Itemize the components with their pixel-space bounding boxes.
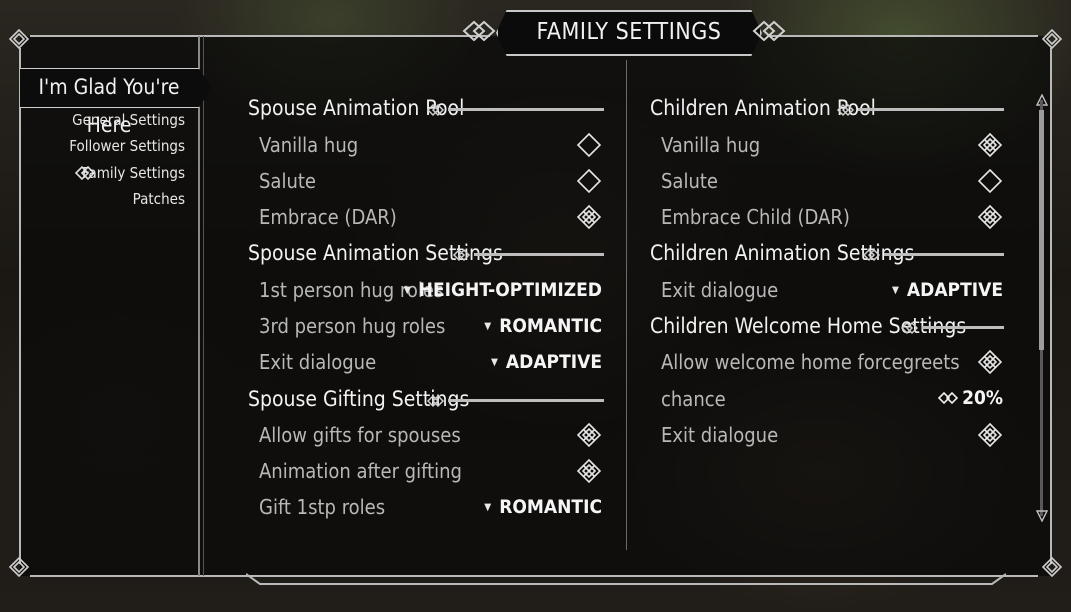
heading-rule (900, 320, 1004, 336)
slider-value-text: 20% (962, 387, 1003, 409)
option-label: Exit dialogue (259, 350, 377, 374)
heading-rule (452, 247, 604, 263)
menu-value-text: ROMANTIC (499, 496, 602, 518)
option-label: Embrace (DAR) (259, 205, 397, 229)
option-label: Salute (661, 169, 718, 193)
corner-ornament-icon (1041, 556, 1063, 578)
sidebar-item-follower-settings[interactable]: Follower Settings (69, 137, 185, 155)
option-label: Gift 1stp roles (259, 495, 386, 519)
frame-top-left (30, 35, 490, 37)
corner-ornament-icon (8, 28, 30, 50)
heading-rule (426, 102, 604, 118)
dropdown-arrow-icon: ▼ (490, 357, 498, 368)
title-knot-left-icon (462, 20, 496, 42)
menu-value[interactable]: ▼ ROMANTIC (484, 496, 602, 518)
selected-mod-label: I'm Glad You're Here (38, 75, 180, 137)
option-label: chance (661, 387, 726, 411)
sidebar-item-family-settings[interactable]: Family Settings (82, 164, 185, 182)
sidebar-item-patches[interactable]: Patches (133, 190, 185, 208)
menu-value-text: HEIGHT-OPTIMIZED (418, 279, 602, 301)
menu-value[interactable]: ▼ HEIGHT-OPTIMIZED (404, 279, 602, 301)
option-label: Vanilla hug (259, 133, 359, 157)
sidebar-divider-inner (203, 36, 204, 576)
option-label: Salute (259, 169, 316, 193)
heading-rule (862, 247, 1004, 263)
option-label: Embrace Child (DAR) (661, 205, 850, 229)
page-title: FAMILY SETTINGS (536, 19, 722, 45)
scrollbar-thumb[interactable] (1039, 110, 1044, 350)
frame-right (1050, 48, 1052, 564)
menu-value[interactable]: ▼ ADAPTIVE (491, 351, 602, 373)
menu-value-text: ADAPTIVE (906, 279, 1003, 301)
option-label: Exit dialogue (661, 423, 779, 447)
toggle-unchecked-icon[interactable] (977, 168, 1003, 194)
menu-value[interactable]: ▼ ROMANTIC (484, 315, 602, 337)
dropdown-arrow-icon: ▼ (403, 285, 411, 296)
toggle-unchecked-icon[interactable] (576, 168, 602, 194)
toggle-checked-icon[interactable] (576, 204, 602, 230)
scroll-down-icon[interactable] (1036, 510, 1048, 522)
toggle-unchecked-icon[interactable] (576, 132, 602, 158)
frame-left (19, 48, 21, 564)
menu-value-text: ADAPTIVE (505, 351, 602, 373)
toggle-checked-icon[interactable] (977, 204, 1003, 230)
toggle-checked-icon[interactable] (977, 349, 1003, 375)
option-label: Vanilla hug (661, 133, 761, 157)
dropdown-arrow-icon: ▼ (484, 321, 492, 332)
dropdown-arrow-icon: ▼ (891, 285, 899, 296)
option-label: Allow welcome home forcegreets (661, 350, 960, 374)
dropdown-arrow-icon: ▼ (484, 502, 492, 513)
toggle-checked-icon[interactable] (576, 458, 602, 484)
option-label: Allow gifts for spouses (259, 423, 461, 447)
frame-top-right (768, 35, 1038, 37)
bottom-notch-ornament (246, 573, 1006, 585)
option-label: Exit dialogue (661, 278, 779, 302)
slider-arrows-icon (937, 391, 959, 405)
menu-value-text: ROMANTIC (499, 315, 602, 337)
corner-ornament-icon (1041, 28, 1063, 50)
toggle-checked-icon[interactable] (576, 422, 602, 448)
column-divider (626, 60, 627, 550)
option-label: 3rd person hug roles (259, 314, 446, 338)
heading-rule (426, 393, 604, 409)
sidebar-divider (198, 36, 200, 576)
sidebar-item-general-settings[interactable]: General Settings (72, 111, 185, 129)
option-label: Animation after gifting (259, 459, 462, 483)
heading-rule (836, 102, 1004, 118)
toggle-checked-icon[interactable] (977, 422, 1003, 448)
corner-ornament-icon (8, 556, 30, 578)
toggle-checked-icon[interactable] (977, 132, 1003, 158)
slider-value[interactable]: 20% (937, 387, 1003, 409)
menu-value[interactable]: ▼ ADAPTIVE (892, 279, 1003, 301)
